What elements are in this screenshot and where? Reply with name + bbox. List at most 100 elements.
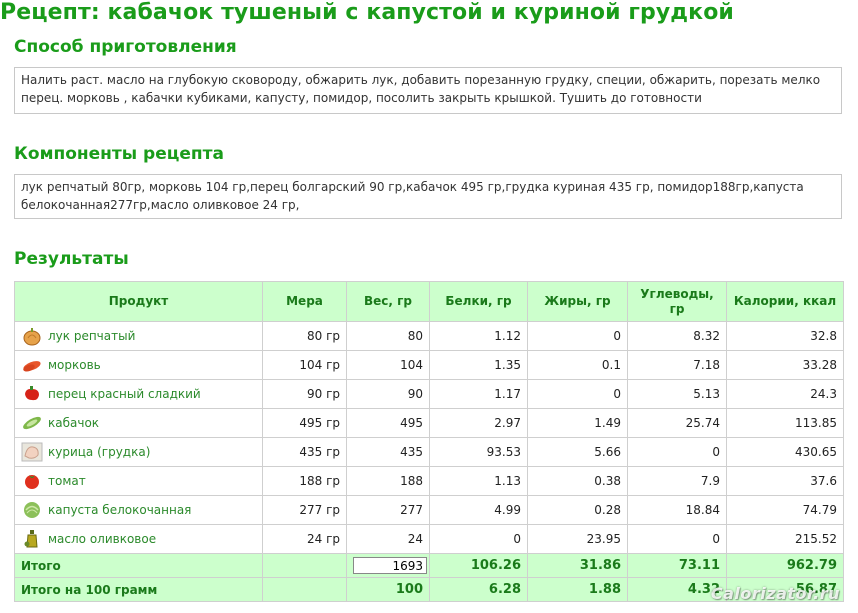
olive-oil-icon (21, 529, 43, 549)
measure-cell: 188 гр (262, 466, 347, 496)
components-text: лук репчатый 80гр, морковь 104 гр,перец … (14, 174, 842, 219)
carbs-cell: 7.9 (627, 466, 727, 496)
carbs-cell: 8.32 (627, 321, 727, 351)
measure-cell: 277 гр (262, 495, 347, 525)
protein-cell: 1.17 (429, 379, 528, 409)
total-row: Итого 106.26 31.86 73.11 962.79 (14, 553, 844, 578)
carbs-cell: 0 (627, 437, 727, 467)
product-cell: капуста белокочанная (14, 495, 263, 525)
fat-cell: 1.49 (527, 408, 628, 438)
carbs-cell: 7.18 (627, 350, 727, 380)
weight-cell: 495 (346, 408, 430, 438)
method-text: Налить раст. масло на глубокую сковороду… (14, 67, 842, 114)
product-cell: томат (14, 466, 263, 496)
protein-cell: 93.53 (429, 437, 528, 467)
fat-cell: 0.38 (527, 466, 628, 496)
kcal-cell: 32.8 (726, 321, 844, 351)
kcal-cell: 430.65 (726, 437, 844, 467)
product-name-link[interactable]: морковь (48, 358, 101, 372)
total-label: Итого (14, 553, 263, 578)
product-cell: кабачок (14, 408, 263, 438)
method-heading: Способ приготовления (14, 37, 237, 57)
measure-cell: 104 гр (262, 350, 347, 380)
results-heading: Результаты (14, 249, 129, 269)
protein-cell: 1.35 (429, 350, 528, 380)
per100-fat: 1.88 (527, 577, 628, 602)
weight-cell: 277 (346, 495, 430, 525)
product-name-link[interactable]: капуста белокочанная (48, 503, 191, 517)
kcal-cell: 37.6 (726, 466, 844, 496)
watermark-logo: Calorizator.ru (710, 584, 840, 603)
weight-cell: 24 (346, 524, 430, 554)
components-heading: Компоненты рецепта (14, 144, 224, 164)
product-cell: курица (грудка) (14, 437, 263, 467)
carbs-cell: 0 (627, 524, 727, 554)
fat-cell: 0 (527, 379, 628, 409)
per100-label: Итого на 100 грамм (14, 577, 263, 602)
per100-weight: 100 (346, 577, 430, 602)
product-name-link[interactable]: масло оливковое (48, 532, 156, 546)
fat-cell: 5.66 (527, 437, 628, 467)
chicken-breast-icon (21, 442, 43, 462)
protein-cell: 0 (429, 524, 528, 554)
measure-cell: 24 гр (262, 524, 347, 554)
fat-cell: 0 (527, 321, 628, 351)
zucchini-icon (21, 413, 43, 433)
onion-icon (21, 326, 43, 346)
table-row: томат 188 гр 188 1.13 0.38 7.9 37.6 (14, 466, 844, 496)
results-table: Продукт Мера Вес, гр Белки, гр Жиры, гр … (14, 281, 844, 602)
col-header-kcal: Калории, ккал (726, 281, 844, 322)
fat-cell: 23.95 (527, 524, 628, 554)
total-fat: 31.86 (527, 553, 628, 578)
fat-cell: 0.1 (527, 350, 628, 380)
col-header-weight: Вес, гр (346, 281, 430, 322)
carbs-cell: 25.74 (627, 408, 727, 438)
total-protein: 106.26 (429, 553, 528, 578)
measure-cell: 90 гр (262, 379, 347, 409)
carbs-cell: 5.13 (627, 379, 727, 409)
fat-cell: 0.28 (527, 495, 628, 525)
measure-cell: 435 гр (262, 437, 347, 467)
table-header-row: Продукт Мера Вес, гр Белки, гр Жиры, гр … (14, 281, 844, 322)
cabbage-icon (21, 500, 43, 520)
weight-cell: 188 (346, 466, 430, 496)
protein-cell: 1.13 (429, 466, 528, 496)
page-title: Рецепт: кабачок тушеный с капустой и кур… (0, 0, 734, 25)
measure-cell: 80 гр (262, 321, 347, 351)
weight-cell: 435 (346, 437, 430, 467)
kcal-cell: 74.79 (726, 495, 844, 525)
product-name-link[interactable]: лук репчатый (48, 329, 135, 343)
carbs-cell: 18.84 (627, 495, 727, 525)
col-header-protein: Белки, гр (429, 281, 528, 322)
carrot-icon (21, 355, 43, 375)
kcal-cell: 24.3 (726, 379, 844, 409)
protein-cell: 4.99 (429, 495, 528, 525)
product-name-link[interactable]: перец красный сладкий (48, 387, 201, 401)
table-row: капуста белокочанная 277 гр 277 4.99 0.28 18.… (14, 495, 844, 525)
table-row: кабачок 495 гр 495 2.97 1.49 25.74 113.85 (14, 408, 844, 438)
weight-cell: 104 (346, 350, 430, 380)
table-row: перец красный сладкий 90 гр 90 1.17 0 5.13 24.… (14, 379, 844, 409)
table-row: курица (грудка) 435 гр 435 93.53 5.66 0 430.65 (14, 437, 844, 467)
product-name-link[interactable]: курица (грудка) (48, 445, 150, 459)
col-header-product: Продукт (14, 281, 263, 322)
total-carbs: 73.11 (627, 553, 727, 578)
weight-cell: 80 (346, 321, 430, 351)
col-header-carbs: Углеводы, гр (627, 281, 727, 322)
product-cell: морковь (14, 350, 263, 380)
per100-protein: 6.28 (429, 577, 528, 602)
product-name-link[interactable]: томат (48, 474, 86, 488)
product-name-link[interactable]: кабачок (48, 416, 99, 430)
col-header-measure: Мера (262, 281, 347, 322)
total-kcal: 962.79 (726, 553, 844, 578)
table-row: масло оливковое 24 гр 24 0 23.95 0 215.52 (14, 524, 844, 554)
tomato-icon (21, 471, 43, 491)
product-cell: лук репчатый (14, 321, 263, 351)
col-header-fat: Жиры, гр (527, 281, 628, 322)
protein-cell: 2.97 (429, 408, 528, 438)
weight-cell: 90 (346, 379, 430, 409)
table-row: морковь 104 гр 104 1.35 0.1 7.18 33.28 (14, 350, 844, 380)
table-row: лук репчатый 80 гр 80 1.12 0 8.32 32.8 (14, 321, 844, 351)
product-cell: перец красный сладкий (14, 379, 263, 409)
total-weight-input[interactable] (353, 557, 427, 574)
